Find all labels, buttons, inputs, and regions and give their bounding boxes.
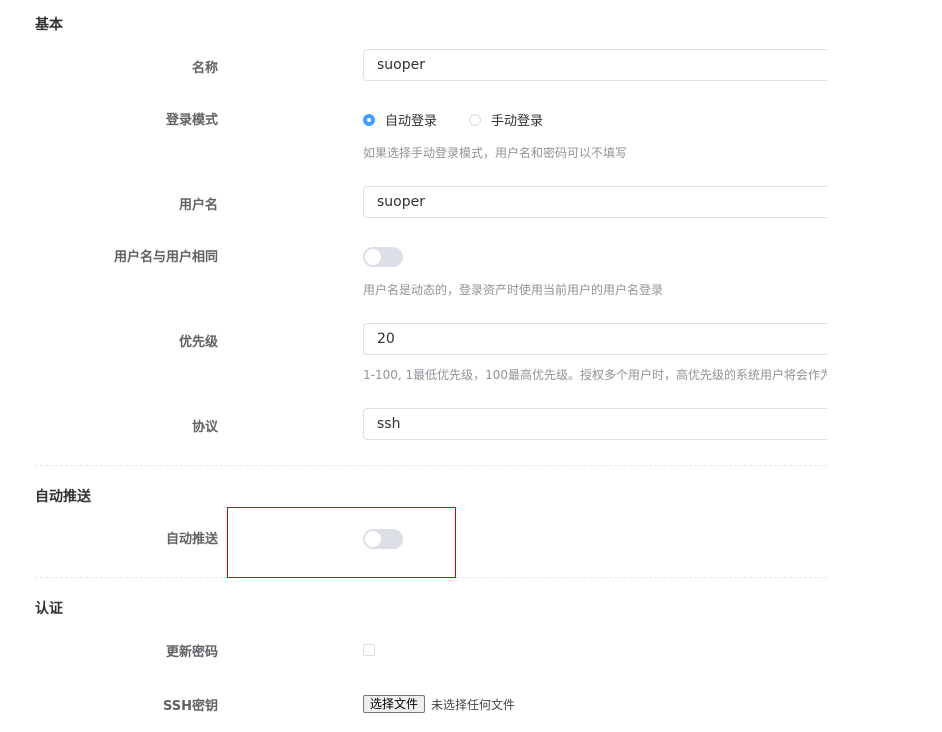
file-status-text: 未选择任何文件 [431,698,516,712]
username-same-label: 用户名与用户相同 [113,250,218,265]
radio-auto-login[interactable]: 自动登录 [363,110,437,129]
username-same-help: 用户名是动态的，登录资产时使用当前用户的用户名登录 [363,283,664,297]
section-divider [35,465,827,466]
priority-label: 优先级 [178,335,218,350]
username-input[interactable]: suoper [363,186,827,218]
form-container: 基本 名称 suoper 登录模式 自动登录 手动登录 如果选择手动登录模式，用… [0,0,827,732]
radio-manual-login-label: 手动登录 [491,114,544,129]
update-password-label: 更新密码 [165,645,218,660]
priority-input[interactable]: 20 [363,323,827,355]
name-label: 名称 [191,61,218,76]
section-title-auto-push: 自动推送 [35,489,91,505]
radio-auto-login-label: 自动登录 [385,114,438,129]
username-same-switch[interactable] [363,247,403,267]
radio-manual-login[interactable]: 手动登录 [469,110,543,129]
priority-help: 1-100, 1最低优先级，100最高优先级。授权多个用户时，高优先级的系统用户… [363,368,827,382]
section-title-basic: 基本 [35,17,63,33]
highlight-box [227,507,456,578]
update-password-checkbox[interactable] [363,644,375,656]
protocol-label: 协议 [191,420,218,435]
section-title-auth: 认证 [35,601,63,617]
radio-checked-icon [363,113,375,126]
switch-knob [365,249,381,265]
name-input[interactable]: suoper [363,49,827,81]
ssh-key-label: SSH密钥 [162,699,218,714]
login-mode-help: 如果选择手动登录模式，用户名和密码可以不填写 [363,146,628,160]
radio-unchecked-icon [469,113,481,126]
username-label: 用户名 [178,198,218,213]
protocol-select[interactable]: ssh [363,408,827,440]
auto-push-label: 自动推送 [165,532,218,547]
login-mode-label: 登录模式 [165,113,218,128]
choose-file-button[interactable]: 选择文件 [363,695,426,713]
